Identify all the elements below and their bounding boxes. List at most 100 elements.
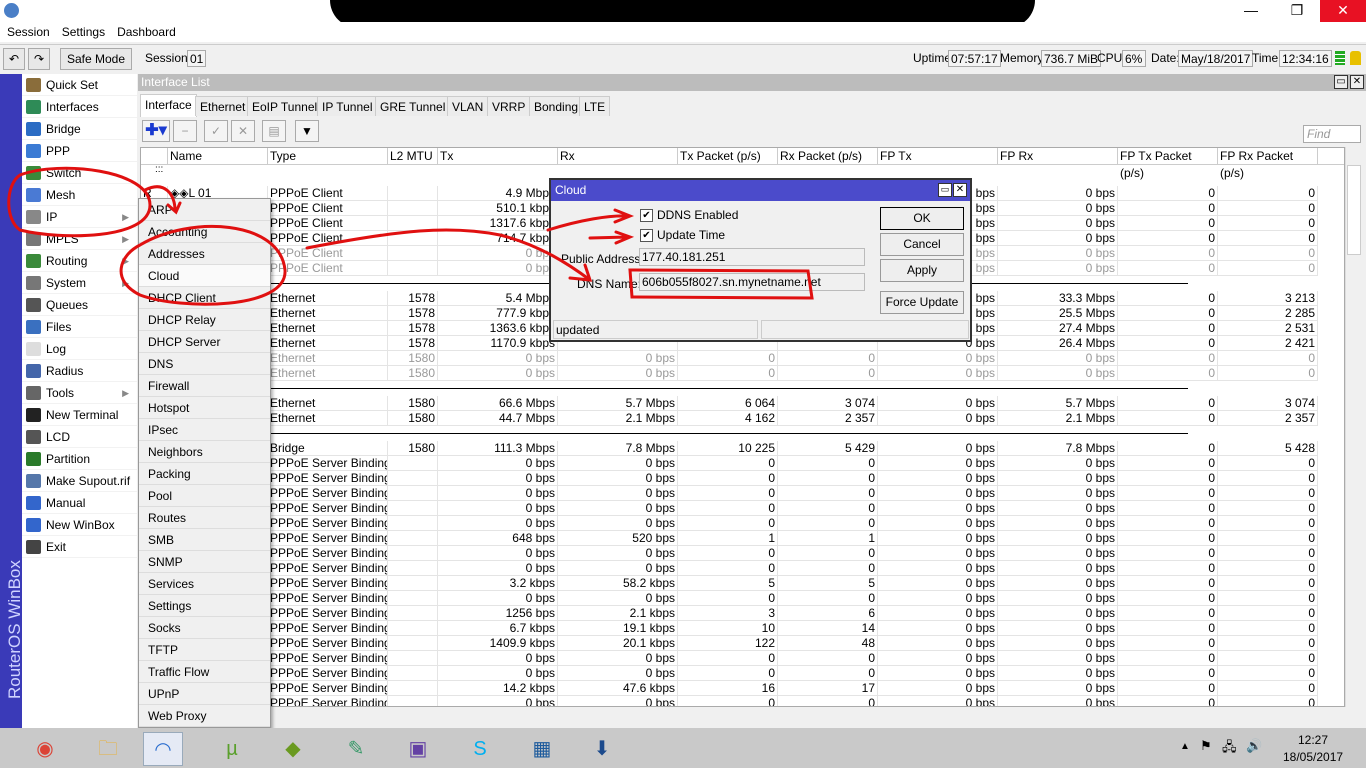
virtualbox-icon[interactable]: ▦ bbox=[522, 732, 562, 766]
close-button[interactable]: ✕ bbox=[1320, 0, 1366, 22]
column-header[interactable]: L2 MTU bbox=[388, 148, 438, 165]
winbox-icon[interactable]: ◠ bbox=[143, 732, 183, 766]
sidebar-item-ip[interactable]: IP ▶ bbox=[22, 206, 137, 228]
undo-button[interactable]: ↶ bbox=[3, 48, 25, 70]
column-header[interactable]: FP Tx bbox=[878, 148, 998, 165]
disable-button[interactable]: ✕ bbox=[231, 120, 255, 142]
maximize-button[interactable]: ❐ bbox=[1274, 0, 1320, 22]
sidebar-item-make-supout-rif[interactable]: Make Supout.rif bbox=[22, 470, 137, 492]
ip-menu-item-packing[interactable]: Packing bbox=[139, 463, 270, 485]
ip-menu-item-arp[interactable]: ARP bbox=[139, 199, 270, 221]
cancel-button[interactable]: Cancel bbox=[880, 233, 964, 256]
sidebar-item-bridge[interactable]: Bridge bbox=[22, 118, 137, 140]
tab-vlan[interactable]: VLAN bbox=[447, 96, 489, 116]
action-center-flag-icon[interactable]: ⚑ bbox=[1200, 738, 1212, 754]
column-header[interactable]: Rx bbox=[558, 148, 678, 165]
update-time-checkbox[interactable]: ✔ bbox=[640, 229, 653, 242]
add-button[interactable]: ✚▾ bbox=[142, 120, 170, 142]
column-header[interactable]: Name bbox=[168, 148, 268, 165]
sidebar-item-quick-set[interactable]: Quick Set bbox=[22, 74, 137, 96]
app2-icon[interactable]: ✎ bbox=[336, 732, 376, 766]
ddns-enabled-checkbox[interactable]: ✔ bbox=[640, 209, 653, 222]
sidebar-item-radius[interactable]: Radius bbox=[22, 360, 137, 382]
ip-menu-item-traffic-flow[interactable]: Traffic Flow bbox=[139, 661, 270, 683]
column-header[interactable]: Rx Packet (p/s) bbox=[778, 148, 878, 165]
column-header[interactable]: FP Tx Packet (p/s) bbox=[1118, 148, 1218, 180]
sidebar-item-tools[interactable]: Tools ▶ bbox=[22, 382, 137, 404]
ip-menu-item-neighbors[interactable]: Neighbors bbox=[139, 441, 270, 463]
sidebar-item-exit[interactable]: Exit bbox=[22, 536, 137, 558]
sidebar-item-new-winbox[interactable]: New WinBox bbox=[22, 514, 137, 536]
tab-vrrp[interactable]: VRRP bbox=[487, 96, 531, 116]
ip-menu-item-dhcp-client[interactable]: DHCP Client bbox=[139, 287, 270, 309]
ip-menu-item-dhcp-server[interactable]: DHCP Server bbox=[139, 331, 270, 353]
remove-button[interactable]: − bbox=[173, 120, 197, 142]
sidebar-item-partition[interactable]: Partition bbox=[22, 448, 137, 470]
sidebar-item-interfaces[interactable]: Interfaces bbox=[22, 96, 137, 118]
tab-gre-tunnel[interactable]: GRE Tunnel bbox=[375, 96, 451, 116]
utorrent-icon[interactable]: µ bbox=[212, 732, 252, 766]
ip-menu-item-tftp[interactable]: TFTP bbox=[139, 639, 270, 661]
sidebar-item-ppp[interactable]: PPP bbox=[22, 140, 137, 162]
file-explorer-icon[interactable]: 🗀 bbox=[88, 732, 128, 766]
menu-session[interactable]: Session bbox=[0, 22, 55, 39]
comment-button[interactable]: ▤ bbox=[262, 120, 286, 142]
clock-time[interactable]: 12:27 bbox=[1298, 733, 1328, 747]
download-icon[interactable]: ⬇ bbox=[582, 732, 622, 766]
tab-eoip-tunnel[interactable]: EoIP Tunnel bbox=[247, 96, 323, 116]
column-header[interactable]: FP Rx Packet (p/s) bbox=[1218, 148, 1318, 180]
sidebar-item-switch[interactable]: Switch bbox=[22, 162, 137, 184]
column-header-extra[interactable] bbox=[1318, 148, 1344, 165]
ip-menu-item-socks[interactable]: Socks bbox=[139, 617, 270, 639]
tab-bonding[interactable]: Bonding bbox=[529, 96, 584, 116]
ok-button[interactable]: OK bbox=[880, 207, 964, 230]
force-update-button[interactable]: Force Update bbox=[880, 291, 964, 314]
ip-menu-item-upnp[interactable]: UPnP bbox=[139, 683, 270, 705]
sidebar-item-mesh[interactable]: Mesh bbox=[22, 184, 137, 206]
column-header[interactable] bbox=[141, 148, 168, 165]
ip-menu-item-addresses[interactable]: Addresses bbox=[139, 243, 270, 265]
tab-ip-tunnel[interactable]: IP Tunnel bbox=[317, 96, 378, 116]
enable-button[interactable]: ✓ bbox=[204, 120, 228, 142]
volume-icon[interactable]: 🔊 bbox=[1246, 738, 1262, 754]
chrome-icon[interactable]: ◉ bbox=[25, 732, 65, 766]
column-header[interactable]: Tx bbox=[438, 148, 558, 165]
ip-menu-item-cloud[interactable]: Cloud bbox=[139, 265, 270, 287]
column-header[interactable]: Type bbox=[268, 148, 388, 165]
ip-menu-item-dhcp-relay[interactable]: DHCP Relay bbox=[139, 309, 270, 331]
public-address-field[interactable]: 177.40.181.251 bbox=[639, 248, 865, 266]
sidebar-item-files[interactable]: Files bbox=[22, 316, 137, 338]
vertical-scrollbar[interactable] bbox=[1345, 147, 1362, 707]
dialog-close-button[interactable]: ✕ bbox=[953, 183, 967, 197]
sidebar-item-log[interactable]: Log bbox=[22, 338, 137, 360]
tray-up-icon[interactable]: ▲ bbox=[1180, 741, 1190, 752]
ip-menu-item-accounting[interactable]: Accounting bbox=[139, 221, 270, 243]
ip-menu-item-ipsec[interactable]: IPsec bbox=[139, 419, 270, 441]
ip-menu-item-firewall[interactable]: Firewall bbox=[139, 375, 270, 397]
clock-date[interactable]: 18/05/2017 bbox=[1283, 750, 1343, 764]
ip-menu-item-pool[interactable]: Pool bbox=[139, 485, 270, 507]
tab-interface[interactable]: Interface bbox=[140, 94, 197, 117]
dns-name-field[interactable]: 606b055f8027.sn.mynetname.net bbox=[639, 273, 865, 291]
sidebar-item-lcd[interactable]: LCD bbox=[22, 426, 137, 448]
redo-button[interactable]: ↷ bbox=[28, 48, 50, 70]
sidebar-item-routing[interactable]: Routing ▶ bbox=[22, 250, 137, 272]
column-header[interactable]: FP Rx bbox=[998, 148, 1118, 165]
tab-lte[interactable]: LTE bbox=[579, 96, 611, 116]
ip-menu-item-dns[interactable]: DNS bbox=[139, 353, 270, 375]
ip-menu-item-snmp[interactable]: SNMP bbox=[139, 551, 270, 573]
column-header[interactable]: Tx Packet (p/s) bbox=[678, 148, 778, 165]
close-window-button[interactable]: ✕ bbox=[1350, 75, 1364, 89]
tab-ethernet[interactable]: Ethernet bbox=[195, 96, 251, 116]
app-icon[interactable]: ◆ bbox=[273, 732, 313, 766]
ip-menu-item-hotspot[interactable]: Hotspot bbox=[139, 397, 270, 419]
menu-dashboard[interactable]: Dashboard bbox=[110, 22, 181, 39]
scroll-thumb[interactable] bbox=[1347, 165, 1361, 255]
sidebar-item-mpls[interactable]: MPLS ▶ bbox=[22, 228, 137, 250]
safe-mode-button[interactable]: Safe Mode bbox=[60, 48, 132, 70]
ip-menu-item-routes[interactable]: Routes bbox=[139, 507, 270, 529]
sidebar-item-queues[interactable]: Queues bbox=[22, 294, 137, 316]
network-icon[interactable]: 🖧 bbox=[1222, 738, 1237, 760]
sidebar-item-manual[interactable]: Manual bbox=[22, 492, 137, 514]
minimize-button[interactable]: — bbox=[1228, 0, 1274, 22]
